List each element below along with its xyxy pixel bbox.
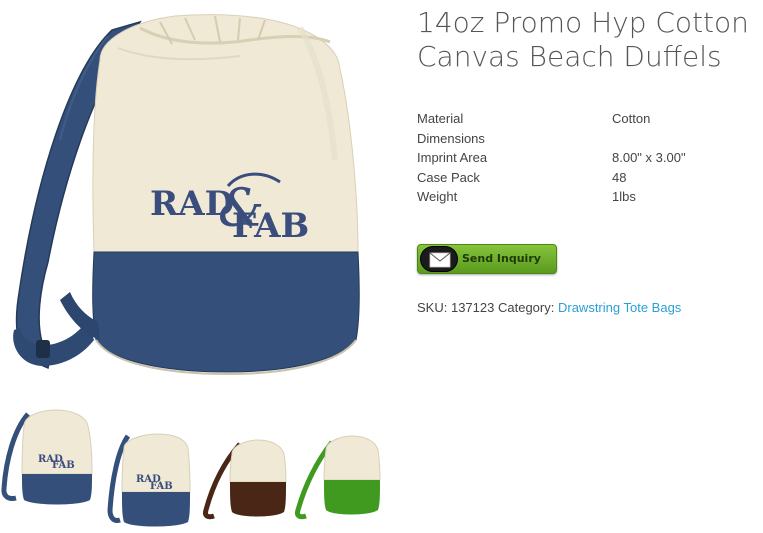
send-inquiry-label: Send Inquiry: [462, 252, 541, 265]
spec-row-material: Material Cotton: [417, 109, 757, 129]
thumbnail-gallery: RAD FAB RAD FAB: [0, 400, 395, 530]
spec-label: Material: [417, 111, 464, 126]
bag-bottom-band: [92, 251, 360, 373]
category-label: Category:: [497, 300, 555, 315]
product-title-line1: 14oz Promo Hyp Cotton: [417, 6, 749, 39]
spec-value: [612, 129, 757, 149]
sku-label: SKU:: [417, 300, 448, 315]
spec-row-dimensions: Dimensions: [417, 129, 757, 149]
thumbnail-natural-brown[interactable]: [196, 400, 291, 528]
spec-row-case-pack: Case Pack 48: [417, 168, 757, 188]
envelope-icon: [420, 246, 458, 272]
category-link[interactable]: Drawstring Tote Bags: [558, 300, 681, 315]
svg-text:FAB: FAB: [52, 460, 75, 471]
product-specs: Material Cotton Dimensions Imprint Area …: [417, 109, 757, 207]
thumbnail-bag-icon: RAD FAB: [1, 409, 93, 505]
product-title-line2: Canvas Beach Duffels: [417, 40, 722, 73]
spec-value: 8.00" x 3.00": [612, 150, 686, 166]
product-title: 14oz Promo Hyp Cotton Canvas Beach Duffe…: [417, 6, 762, 74]
logo-text-bottom: FAB: [232, 206, 309, 246]
spec-value: 1lbs: [612, 189, 636, 205]
sku-value: 137123: [450, 300, 495, 315]
spec-value: 48: [612, 169, 627, 185]
product-meta: SKU: 137123 Category: Drawstring Tote Ba…: [417, 300, 681, 315]
thumbnail-natural-green[interactable]: [292, 400, 387, 528]
spec-label: Dimensions: [417, 130, 485, 146]
thumbnail-bag-icon: [203, 439, 287, 520]
spec-row-weight: Weight 1lbs: [417, 187, 757, 207]
thumbnail-natural-navy[interactable]: RAD FAB: [0, 400, 95, 528]
spec-label: Weight: [417, 189, 458, 205]
thumbnail-bag-icon: RAD FAB: [107, 433, 191, 527]
bag-illustration: RAD & FAB: [13, 14, 360, 376]
thumbnail-bag-icon: [295, 435, 381, 520]
thumbnail-natural-navy-alt[interactable]: RAD FAB: [98, 400, 193, 528]
svg-text:FAB: FAB: [150, 481, 173, 492]
spec-label: Imprint Area: [417, 150, 488, 166]
send-inquiry-button[interactable]: Send Inquiry: [417, 244, 557, 274]
spec-label: Case Pack: [417, 169, 480, 185]
spec-row-imprint-area: Imprint Area 8.00" x 3.00": [417, 148, 757, 168]
main-product-image[interactable]: RAD & FAB: [0, 0, 395, 385]
spec-value: Cotton: [612, 111, 651, 126]
